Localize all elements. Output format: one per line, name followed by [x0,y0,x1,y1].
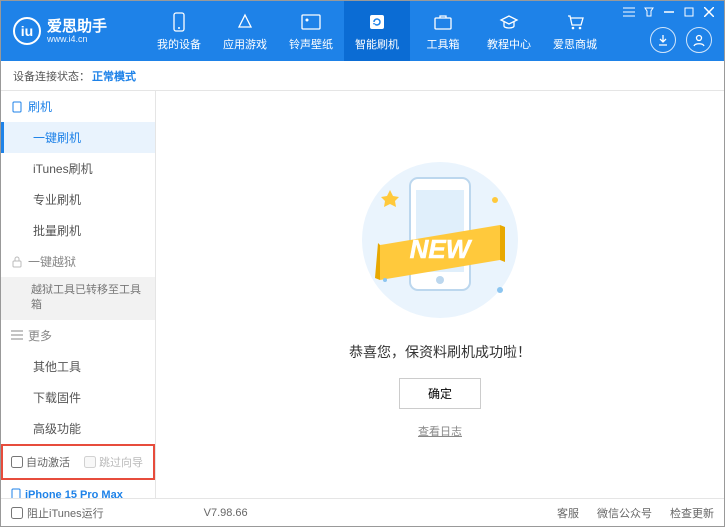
main-content: NEW 恭喜您，保资料刷机成功啦！ 确定 查看日志 [156,91,724,498]
nav-apps[interactable]: 应用游戏 [212,1,278,61]
lock-icon [11,256,23,268]
check-skip-input[interactable] [84,456,96,468]
sidebar-item-itunes-flash[interactable]: iTunes刷机 [1,153,155,184]
download-button[interactable] [650,27,676,53]
group-label: 一键越狱 [28,253,76,270]
sidebar-group-flash[interactable]: 刷机 [1,91,155,122]
device-name[interactable]: iPhone 15 Pro Max [11,488,145,498]
app-title: 爱思助手 [47,19,107,34]
nav-label: 应用游戏 [223,36,267,52]
version-label: V7.98.66 [204,507,248,519]
phone-icon [168,11,190,33]
group-label: 更多 [28,327,52,344]
nav-label: 教程中心 [487,36,531,52]
list-icon [11,330,23,340]
sidebar-group-jailbreak[interactable]: 一键越狱 [1,246,155,277]
nav-tutorial[interactable]: 教程中心 [476,1,542,61]
nav-label: 我的设备 [157,36,201,52]
block-itunes-input[interactable] [11,507,23,519]
jailbreak-note: 越狱工具已转移至工具箱 [1,277,155,320]
footer-link-support[interactable]: 客服 [557,505,579,521]
success-illustration: NEW [340,150,540,330]
footer-link-wechat[interactable]: 微信公众号 [597,505,652,521]
sidebar-item-download-firmware[interactable]: 下载固件 [1,382,155,413]
status-label: 设备连接状态： [13,68,90,84]
nav-label: 爱思商城 [553,36,597,52]
user-button[interactable] [686,27,712,53]
graduation-icon [498,11,520,33]
check-auto-activate[interactable]: 自动激活 [11,454,70,470]
sidebar-item-batch-flash[interactable]: 批量刷机 [1,215,155,246]
sidebar: 刷机 一键刷机 iTunes刷机 专业刷机 批量刷机 一键越狱 越狱工具已转移至… [1,91,156,498]
app-subtitle: www.i4.cn [47,34,107,44]
footer-link-update[interactable]: 检查更新 [670,505,714,521]
status-mode: 正常模式 [92,68,136,84]
view-log-link[interactable]: 查看日志 [418,423,462,439]
nav-my-device[interactable]: 我的设备 [146,1,212,61]
title-bar: iu 爱思助手 www.i4.cn 我的设备 应用游戏 铃声壁纸 智能刷机 [1,1,724,61]
success-message: 恭喜您，保资料刷机成功啦！ [349,342,531,362]
skin-icon[interactable] [642,5,656,19]
check-skip-wizard[interactable]: 跳过向导 [84,454,143,470]
toolbox-icon [432,11,454,33]
close-icon[interactable] [702,5,716,19]
window-controls [622,5,716,19]
check-auto-input[interactable] [11,456,23,468]
block-itunes-check[interactable]: 阻止iTunes运行 [11,505,104,521]
device-info: iPhone 15 Pro Max 512GB iPhone [1,482,155,498]
nav-label: 智能刷机 [355,36,399,52]
svg-text:NEW: NEW [410,234,473,264]
ok-button[interactable]: 确定 [399,378,481,409]
phone-icon [11,488,21,498]
device-icon [11,101,23,113]
sidebar-item-onekey-flash[interactable]: 一键刷机 [1,122,155,153]
logo-icon: iu [13,17,41,45]
refresh-icon [366,11,388,33]
nav-flash[interactable]: 智能刷机 [344,1,410,61]
maximize-icon[interactable] [682,5,696,19]
footer: 阻止iTunes运行 V7.98.66 客服 微信公众号 检查更新 [1,498,724,526]
group-label: 刷机 [28,98,52,115]
image-icon [300,11,322,33]
logo: iu 爱思助手 www.i4.cn [1,17,146,45]
nav-toolbox[interactable]: 工具箱 [410,1,476,61]
sidebar-group-more[interactable]: 更多 [1,320,155,351]
sidebar-item-other-tools[interactable]: 其他工具 [1,351,155,382]
main-nav: 我的设备 应用游戏 铃声壁纸 智能刷机 工具箱 教程中心 [146,1,608,61]
nav-store[interactable]: 爱思商城 [542,1,608,61]
nav-ringtones[interactable]: 铃声壁纸 [278,1,344,61]
sidebar-item-pro-flash[interactable]: 专业刷机 [1,184,155,215]
app-icon [234,11,256,33]
cart-icon [564,11,586,33]
minimize-icon[interactable] [662,5,676,19]
nav-label: 工具箱 [427,36,460,52]
sidebar-checkboxes: 自动激活 跳过向导 [1,444,155,480]
status-bar: 设备连接状态： 正常模式 [1,61,724,91]
menu-icon[interactable] [622,5,636,19]
nav-label: 铃声壁纸 [289,36,333,52]
sidebar-item-advanced[interactable]: 高级功能 [1,413,155,444]
